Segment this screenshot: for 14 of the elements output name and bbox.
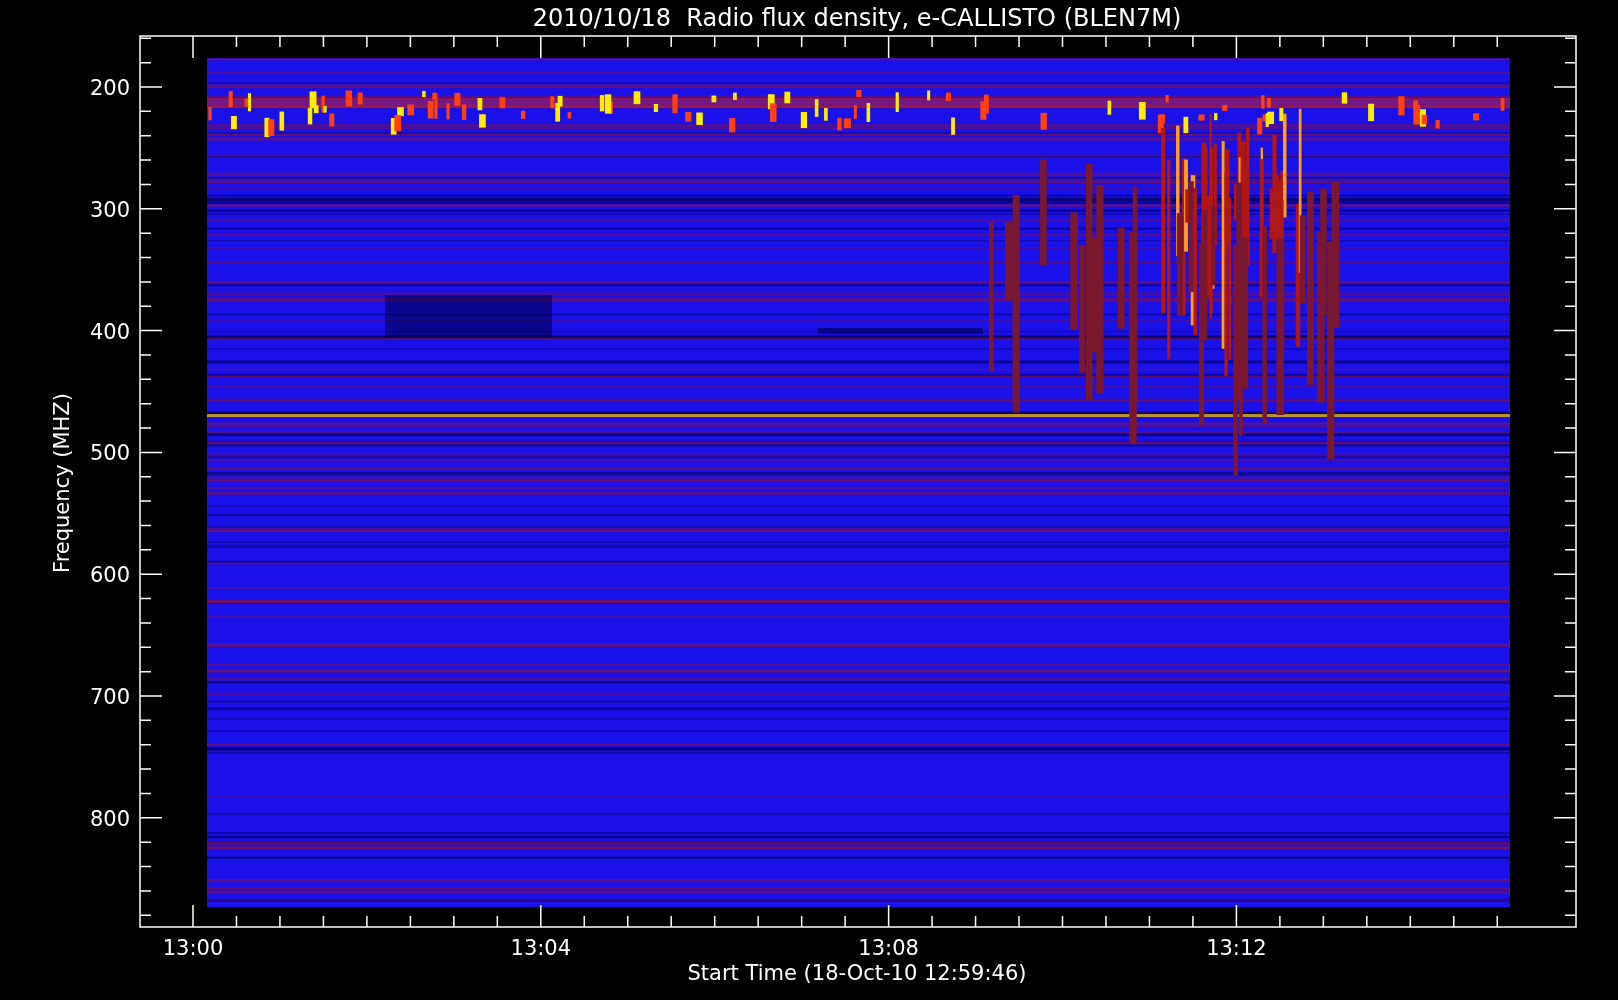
y-tick-label: 200 <box>89 76 130 100</box>
y-tick-label: 600 <box>89 563 130 588</box>
x-axis-label: Start Time (18-Oct-10 12:59:46) <box>687 961 1027 985</box>
y-tick-label: 800 <box>89 806 130 831</box>
x-tick-label: 13:08 <box>858 936 919 960</box>
chart-title: 2010/10/18 Radio flux density, e-CALLISTO (BLEN7M) <box>532 4 1182 32</box>
x-tick-label: 13:00 <box>162 936 224 960</box>
x-tick-label: 13:04 <box>510 936 572 960</box>
y-axis-label: Frequency (MHZ) <box>50 393 74 573</box>
y-tick-label: 400 <box>89 319 130 344</box>
x-tick-label: 13:12 <box>1206 936 1267 960</box>
y-tick-label: 700 <box>89 685 130 709</box>
y-tick-label: 300 <box>89 197 130 222</box>
y-tick-label: 500 <box>89 441 130 466</box>
